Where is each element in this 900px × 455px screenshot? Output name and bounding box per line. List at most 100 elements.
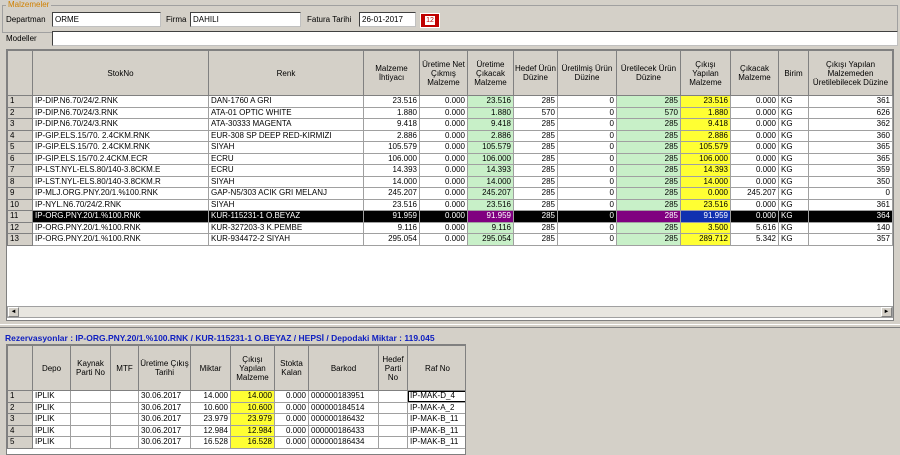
- table-cell[interactable]: 0.065: [892, 198, 893, 211]
- rezervasyon-grid[interactable]: Depo Kaynak Parti No MTF Üretime Çıkış Tari…: [6, 344, 466, 455]
- row-number[interactable]: 7: [7, 164, 33, 177]
- row-number[interactable]: 2: [7, 106, 33, 119]
- table-cell[interactable]: 0.000: [730, 95, 779, 108]
- main-header-6[interactable]: Üretilmiş Ürün Düzine: [557, 50, 617, 96]
- table-cell[interactable]: 14.000: [190, 390, 231, 403]
- table-cell[interactable]: [70, 401, 111, 414]
- table-cell[interactable]: 285: [513, 210, 558, 223]
- row-number[interactable]: 3: [7, 118, 33, 131]
- table-cell[interactable]: 570: [616, 106, 681, 119]
- table-cell[interactable]: IP-NYL.N6.70/24/2.RNK: [32, 198, 209, 211]
- table-cell[interactable]: 357: [808, 233, 893, 246]
- main-header-4[interactable]: Üretime Çıkacak Malzeme: [467, 50, 514, 96]
- rez-header-3[interactable]: Üretime Çıkış Tarihi: [138, 345, 191, 391]
- table-cell[interactable]: 0.000: [274, 436, 309, 449]
- table-cell[interactable]: [110, 436, 139, 449]
- table-cell[interactable]: 0.025: [892, 221, 893, 234]
- main-header-8[interactable]: Çıkışı Yapılan Malzeme: [680, 50, 731, 96]
- table-row[interactable]: 4 IP-GIP.ELS.15/70. 2.4CKM.RNK EUR-308 SP …: [7, 129, 893, 142]
- table-row[interactable]: 3 IP-DIP.N6.70/24/3.RNK ATA-30333 MAGENTA 9…: [7, 118, 893, 131]
- table-cell[interactable]: 16.528: [230, 436, 275, 449]
- table-cell[interactable]: 285: [616, 210, 681, 223]
- scroll-right-icon[interactable]: ►: [881, 307, 892, 317]
- table-cell[interactable]: 0: [557, 95, 617, 108]
- table-cell[interactable]: 105.579: [363, 141, 420, 154]
- table-row[interactable]: 5 IP-GIP.ELS.15/70. 2.4CKM.RNK SIYAH 105.57…: [7, 141, 893, 154]
- table-cell[interactable]: 0: [557, 141, 617, 154]
- table-cell[interactable]: IPLIK: [32, 390, 71, 403]
- table-cell[interactable]: IP-ORG.PNY.20/1.%100.RNK: [32, 221, 209, 234]
- table-cell[interactable]: [378, 390, 408, 403]
- table-cell[interactable]: 91.959: [363, 210, 420, 223]
- table-cell[interactable]: 0.000: [419, 187, 468, 200]
- table-cell[interactable]: IPLIK: [32, 413, 71, 426]
- table-cell[interactable]: 0.000: [419, 210, 468, 223]
- table-cell[interactable]: 0.000: [730, 175, 779, 188]
- table-cell[interactable]: IP-GIP.ELS.15/70. 2.4CKM.RNK: [32, 129, 209, 142]
- table-cell[interactable]: 2.886: [680, 129, 731, 142]
- table-cell[interactable]: 0: [557, 164, 617, 177]
- main-header-10[interactable]: Birim: [778, 50, 809, 96]
- table-row[interactable]: 1 IP-DIP.N6.70/24/2.RNK DAN-1760 A GRI 23.5…: [7, 95, 893, 108]
- table-cell[interactable]: KG: [778, 118, 809, 131]
- row-number[interactable]: 4: [7, 424, 33, 437]
- table-cell[interactable]: 0.000: [730, 118, 779, 131]
- table-cell[interactable]: KG: [778, 198, 809, 211]
- row-number[interactable]: 12: [7, 221, 33, 234]
- table-cell[interactable]: 0: [557, 198, 617, 211]
- table-cell[interactable]: IP-MAK-A_2: [407, 401, 465, 414]
- table-cell[interactable]: 12.984: [190, 424, 231, 437]
- table-cell[interactable]: 105.579: [467, 141, 514, 154]
- table-cell[interactable]: 106.000: [680, 152, 731, 165]
- table-row[interactable]: 6 IP-GIP.ELS.15/70.2.4CKM.ECR ECRU 106.000 0…: [7, 152, 893, 165]
- table-cell[interactable]: 14.000: [467, 175, 514, 188]
- row-number[interactable]: 4: [7, 129, 33, 142]
- row-number[interactable]: 9: [7, 187, 33, 200]
- rez-header-4[interactable]: Miktar: [190, 345, 231, 391]
- table-cell[interactable]: 0.000: [419, 175, 468, 188]
- table-cell[interactable]: 000000186432: [308, 413, 379, 426]
- table-cell[interactable]: 0: [557, 152, 617, 165]
- main-header-1[interactable]: Renk: [208, 50, 364, 96]
- table-cell[interactable]: KG: [778, 95, 809, 108]
- main-header-5[interactable]: Hedef Ürün Düzine: [513, 50, 558, 96]
- table-cell[interactable]: KG: [778, 187, 809, 200]
- calendar-icon[interactable]: 12: [420, 13, 440, 28]
- row-number[interactable]: 3: [7, 413, 33, 426]
- table-row[interactable]: 2 IP-DIP.N6.70/24/3.RNK ATA-01 OPTIC WHITE…: [7, 106, 893, 119]
- row-number[interactable]: 1: [7, 95, 33, 108]
- table-cell[interactable]: IPLIK: [32, 401, 71, 414]
- table-cell[interactable]: 3.500: [680, 221, 731, 234]
- table-cell[interactable]: 30.06.2017: [138, 436, 191, 449]
- table-cell[interactable]: 0.000: [730, 106, 779, 119]
- table-cell[interactable]: 0.290: [892, 141, 893, 154]
- table-cell[interactable]: 285: [513, 187, 558, 200]
- table-cell[interactable]: 285: [513, 141, 558, 154]
- table-cell[interactable]: [70, 436, 111, 449]
- table-cell[interactable]: 0.000: [274, 424, 309, 437]
- table-cell[interactable]: 285: [616, 118, 681, 131]
- rez-header-2[interactable]: MTF: [110, 345, 139, 391]
- table-cell[interactable]: IP-MLJ.ORG.PNY.20/1.%100.RNK: [32, 187, 209, 200]
- table-cell[interactable]: 0.290: [892, 152, 893, 165]
- table-cell[interactable]: 0.000: [419, 129, 468, 142]
- table-cell[interactable]: 285: [616, 221, 681, 234]
- table-cell[interactable]: 0: [557, 129, 617, 142]
- table-cell[interactable]: DAN-1760 A GRI: [208, 95, 364, 108]
- table-cell[interactable]: 295.054: [467, 233, 514, 246]
- table-cell[interactable]: 285: [513, 175, 558, 188]
- table-cell[interactable]: [110, 390, 139, 403]
- table-cell[interactable]: 1.880: [467, 106, 514, 119]
- table-cell[interactable]: 9.418: [363, 118, 420, 131]
- table-cell[interactable]: ECRU: [208, 152, 364, 165]
- table-cell[interactable]: 9.116: [363, 221, 420, 234]
- row-number[interactable]: 5: [7, 141, 33, 154]
- rez-header-1[interactable]: Kaynak Parti No: [70, 345, 111, 391]
- table-cell[interactable]: 361: [808, 198, 893, 211]
- table-cell[interactable]: 0.252: [892, 210, 893, 223]
- table-cell[interactable]: KG: [778, 233, 809, 246]
- table-cell[interactable]: ATA-01 OPTIC WHITE: [208, 106, 364, 119]
- table-cell[interactable]: 16.528: [190, 436, 231, 449]
- table-cell[interactable]: 0: [808, 187, 893, 200]
- table-cell[interactable]: 23.516: [467, 198, 514, 211]
